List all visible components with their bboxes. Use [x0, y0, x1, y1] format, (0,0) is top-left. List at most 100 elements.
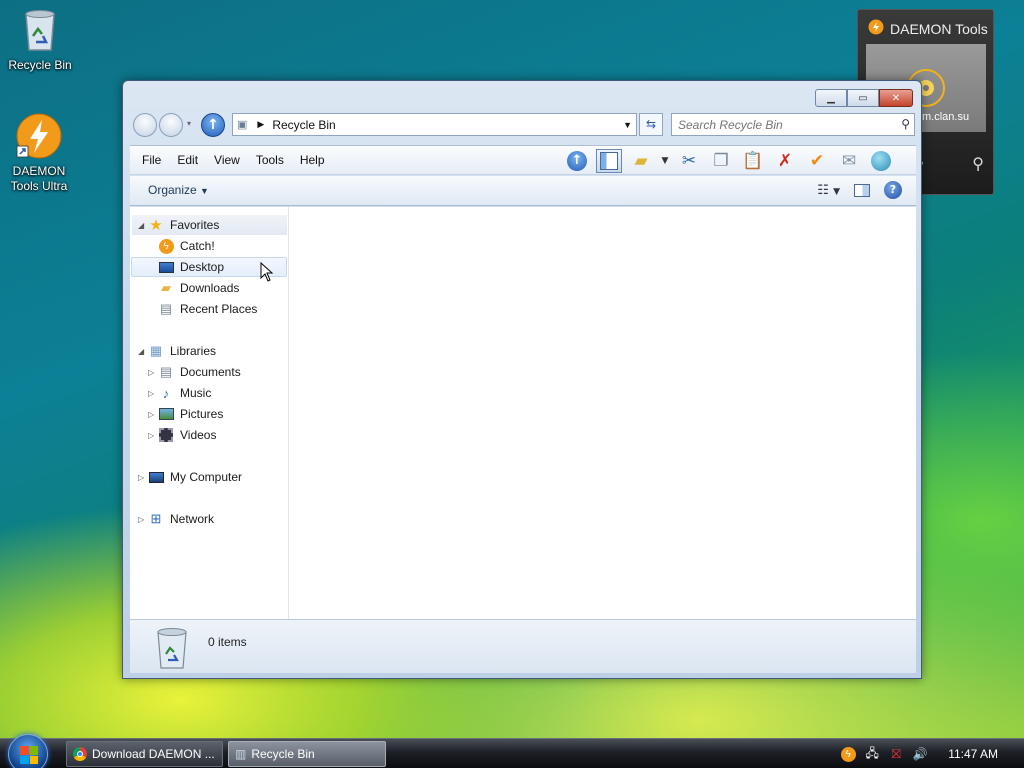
command-bar: Organize ▼ ☷ ▼ ?	[130, 176, 916, 206]
recycle-bin-small-icon: ▣	[237, 119, 248, 131]
music-icon: ♪	[162, 385, 170, 401]
documents-icon: ▤	[159, 364, 173, 379]
expand-arrow-icon[interactable]: ▷	[148, 410, 158, 419]
tree-libraries[interactable]: ◢ ▦ Libraries	[132, 341, 216, 361]
network-tray-icon[interactable]: 🖧	[864, 746, 880, 762]
cut-icon[interactable]: ✂	[676, 149, 702, 173]
expand-arrow-icon[interactable]: ▷	[138, 515, 148, 524]
views-dropdown-icon[interactable]: ▼	[660, 149, 670, 173]
desktop-icon-recycle-bin[interactable]: Recycle Bin	[0, 6, 80, 73]
close-button[interactable]: ✕	[879, 89, 913, 107]
chrome-icon	[73, 747, 87, 761]
daemon-tray-icon[interactable]: ϟ	[840, 746, 856, 762]
up-folder-icon[interactable]: ↑	[564, 149, 590, 173]
pictures-icon	[158, 406, 174, 422]
recycle-bin-large-icon	[152, 624, 192, 670]
menu-view[interactable]: View	[206, 153, 248, 167]
breadcrumb-recycle-bin[interactable]: Recycle Bin	[272, 118, 335, 132]
breadcrumb-chevron-icon[interactable]: ▶	[257, 119, 264, 130]
desktop-icon-label: DAEMON Tools Ultra	[10, 164, 68, 193]
address-bar[interactable]: ▣ ▶ Recycle Bin ▼	[232, 113, 637, 136]
tree-item-videos[interactable]: ▷ Videos	[148, 425, 216, 445]
start-button[interactable]	[8, 734, 48, 768]
tree-item-recent-places[interactable]: ▤ Recent Places	[158, 299, 258, 319]
windows-logo-icon	[20, 746, 38, 764]
tree-item-catch[interactable]: ϟ Catch!	[158, 236, 215, 256]
gadget-title: DAEMON Tools	[868, 19, 988, 38]
file-list-area[interactable]	[289, 207, 916, 619]
search-input[interactable]	[672, 114, 882, 135]
tree-item-music[interactable]: ▷ ♪ Music	[148, 383, 211, 403]
tree-network[interactable]: ▷ ⊞ Network	[138, 509, 214, 529]
videos-icon	[158, 427, 174, 443]
internet-globe-icon[interactable]	[868, 149, 894, 173]
taskbar-item-recycle-bin[interactable]: ▥ Recycle Bin	[228, 741, 386, 767]
catch-icon: ϟ	[158, 238, 174, 254]
expand-arrow-icon[interactable]: ▷	[138, 473, 148, 482]
paste-icon[interactable]: 📋	[740, 149, 766, 173]
tree-item-downloads[interactable]: ▰ Downloads	[158, 278, 239, 298]
daemon-tools-icon	[15, 112, 63, 160]
network-icon: ⊞	[150, 511, 162, 526]
minimize-button[interactable]: ▁	[815, 89, 847, 107]
recent-pages-dropdown-icon[interactable]: ▾	[187, 119, 191, 128]
maximize-button[interactable]: ▭	[847, 89, 879, 107]
desktop-icon-label: Recycle Bin	[8, 58, 72, 72]
folder-options-icon[interactable]: ▰	[628, 149, 654, 173]
email-icon[interactable]: ✉	[836, 149, 862, 173]
mouse-cursor-icon	[260, 262, 274, 282]
details-pane: 0 items	[130, 619, 916, 673]
collapse-arrow-icon[interactable]: ◢	[138, 221, 148, 230]
menu-bar: File Edit View Tools Help ↑ ▰ ▼ ✂ ❐ 📋 ✗ …	[130, 145, 916, 175]
expand-arrow-icon[interactable]: ▷	[148, 389, 158, 398]
menu-edit[interactable]: Edit	[169, 153, 206, 167]
tree-my-computer[interactable]: ▷ My Computer	[138, 467, 242, 487]
folders-pane-icon[interactable]	[596, 149, 622, 173]
desktop-icon	[158, 259, 174, 275]
search-box[interactable]: ⚲	[671, 113, 915, 136]
refresh-button[interactable]: ⇆	[639, 113, 663, 136]
delete-icon[interactable]: ✗	[772, 149, 798, 173]
recent-places-icon: ▤	[159, 301, 173, 316]
tree-item-documents[interactable]: ▷ ▤ Documents	[148, 362, 241, 382]
tree-favorites[interactable]: ◢ ★ Favorites	[132, 215, 287, 235]
help-icon[interactable]: ?	[884, 181, 902, 199]
copy-icon[interactable]: ❐	[708, 149, 734, 173]
search-icon[interactable]: ⚲	[901, 117, 910, 131]
item-count: 0 items	[208, 635, 247, 649]
address-dropdown-icon[interactable]: ▼	[623, 120, 632, 130]
downloads-folder-icon: ▰	[161, 280, 171, 295]
organize-button[interactable]: Organize ▼	[148, 183, 209, 197]
taskbar: Download DAEMON ... ▥ Recycle Bin ϟ 🖧 ⛝ …	[0, 734, 1024, 768]
organize-dropdown-icon: ▼	[200, 186, 209, 196]
clock[interactable]: 11:47 AM	[948, 747, 998, 761]
explorer-window: ▁ ▭ ✕ ▾ ↑ ▣ ▶ Recycle Bin ▼ ⇆ ⚲ File Edi…	[122, 80, 922, 679]
window-controls: ▁ ▭ ✕	[815, 89, 913, 107]
pin-icon[interactable]: ⚲	[972, 154, 984, 173]
libraries-icon: ▦	[149, 343, 163, 358]
up-button[interactable]: ↑	[201, 113, 225, 137]
forward-button[interactable]	[159, 113, 183, 137]
volume-icon[interactable]: 🔊	[912, 746, 928, 762]
menu-help[interactable]: Help	[292, 153, 333, 167]
desktop-icon-daemon-tools-ultra[interactable]: DAEMON Tools Ultra	[0, 112, 79, 194]
recycle-bin-small-icon: ▥	[235, 747, 247, 761]
recycle-bin-icon	[16, 6, 64, 54]
collapse-arrow-icon[interactable]: ◢	[138, 347, 148, 356]
daemon-bolt-icon	[868, 19, 884, 38]
security-alert-icon[interactable]: ⛝	[888, 746, 904, 762]
computer-icon	[148, 469, 164, 485]
tree-item-pictures[interactable]: ▷ Pictures	[148, 404, 223, 424]
system-tray: ϟ 🖧 ⛝ 🔊 11:47 AM	[840, 739, 1024, 768]
taskbar-item-browser[interactable]: Download DAEMON ...	[66, 741, 223, 767]
expand-arrow-icon[interactable]: ▷	[148, 431, 158, 440]
gadget-screen-text: m.clan.su	[922, 111, 970, 123]
menu-tools[interactable]: Tools	[248, 153, 292, 167]
menu-file[interactable]: File	[134, 153, 169, 167]
properties-check-icon[interactable]: ✔	[804, 149, 830, 173]
back-button[interactable]	[133, 113, 157, 137]
expand-arrow-icon[interactable]: ▷	[148, 368, 158, 377]
change-view-icon[interactable]: ☷ ▼	[817, 183, 840, 198]
star-icon: ★	[149, 217, 163, 234]
preview-pane-icon[interactable]	[854, 183, 870, 197]
